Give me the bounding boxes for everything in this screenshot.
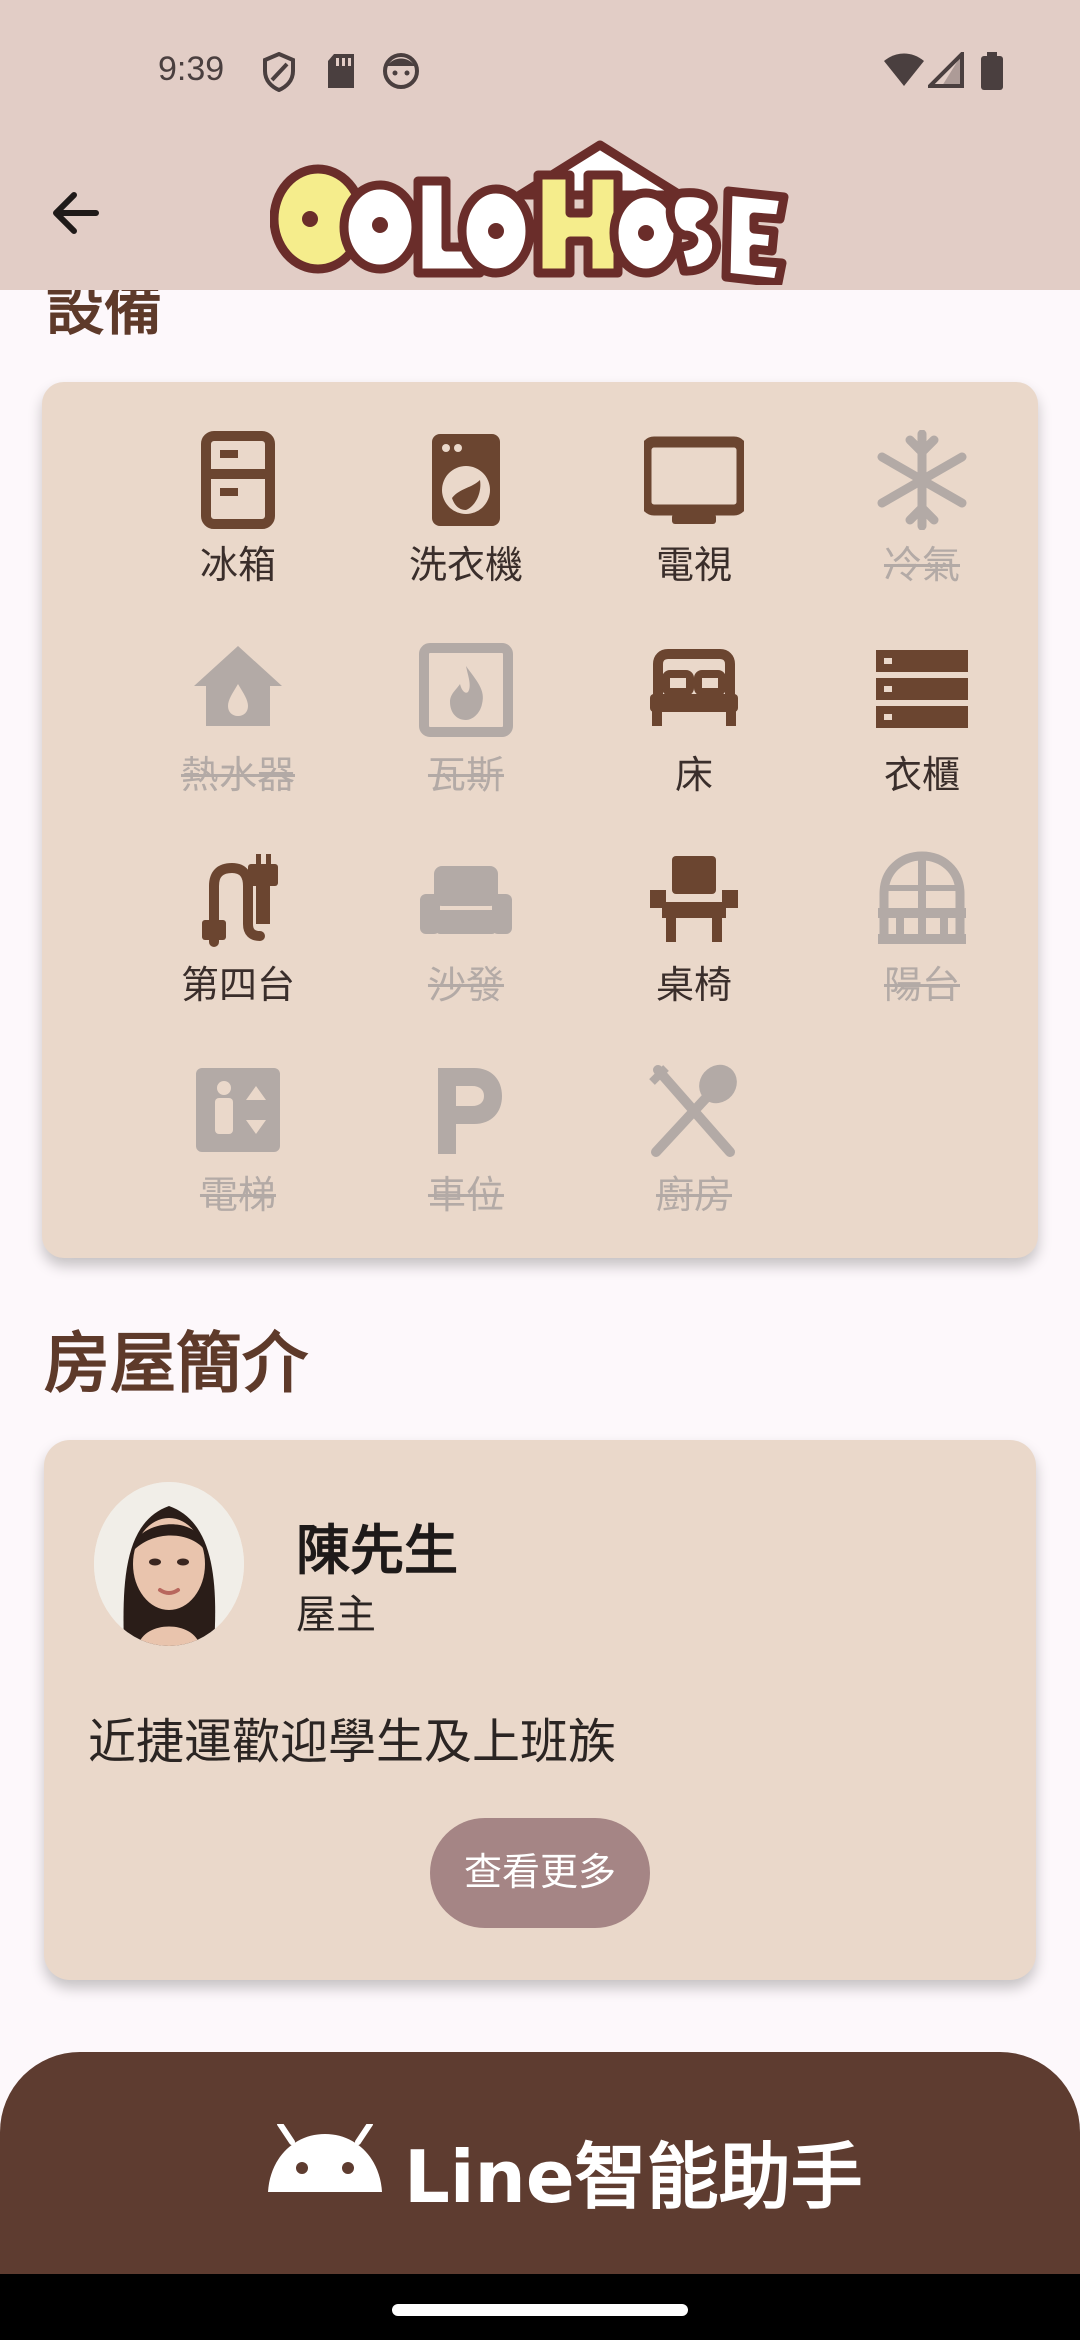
equipment-item-balcony: 陽台: [808, 802, 1036, 1007]
equipment-item-gas: 瓦斯: [352, 592, 580, 797]
equipment-label: 衣櫃: [883, 753, 960, 797]
equipment-label: 沙發: [427, 963, 504, 1007]
balcony-icon: [878, 851, 966, 944]
status-bar: 9:39: [0, 0, 1080, 130]
equipment-label: 桌椅: [655, 963, 732, 1007]
equipment-item-wardrobe: 衣櫃: [808, 592, 1036, 797]
face-icon: [383, 53, 419, 89]
water-heater-icon: [194, 646, 282, 726]
equipment-label: 第四台: [180, 963, 295, 1007]
equipment-item-tv: 電視: [580, 382, 808, 587]
kitchen-utensils-icon: [649, 1064, 737, 1157]
profile-heading: 房屋簡介: [44, 1325, 308, 1402]
sofa-icon: [420, 866, 512, 934]
equipment-label: 冰箱: [199, 543, 276, 587]
equipment-label: 洗衣機: [408, 543, 523, 587]
owner-name: 陳先生: [296, 1519, 458, 1582]
equipment-item-aircon: 冷氣: [808, 382, 1036, 587]
equipment-label: 廚房: [655, 1173, 732, 1217]
signal-icon: [928, 52, 964, 88]
equipment-label: 床: [674, 753, 713, 797]
equipment-card: 冰箱 洗衣機 電視 冷氣 熱水器 瓦斯 床 衣櫃 第四台 沙發 桌椅 陽台 電梯…: [42, 382, 1038, 1258]
equipment-label: 冷氣: [883, 543, 960, 587]
equipment-item-bed: 床: [580, 592, 808, 797]
gold-house-logo: [270, 140, 789, 285]
view-more-button[interactable]: 查看更多: [430, 1818, 650, 1928]
battery-icon: [981, 52, 1003, 90]
elevator-icon: [196, 1068, 280, 1152]
equipment-label: 瓦斯: [427, 753, 504, 797]
owner-role: 屋主: [296, 1592, 376, 1638]
owner-photo: [94, 1482, 244, 1646]
status-time: 9:39: [158, 50, 225, 88]
gas-fire-icon: [419, 643, 513, 737]
house-intro-text: 近捷運歡迎學生及上班族: [88, 1714, 617, 1770]
equipment-item-sofa: 沙發: [352, 802, 580, 1007]
bed-icon: [650, 649, 738, 726]
equipment-label: 電視: [655, 543, 732, 587]
washer-icon: [432, 434, 500, 526]
parking-icon: [438, 1068, 502, 1154]
owner-card: 陳先生 屋主 近捷運歡迎學生及上班族 查看更多: [44, 1440, 1036, 1980]
system-nav-bar: [0, 2274, 1080, 2340]
android-icon: [268, 2124, 382, 2192]
wardrobe-icon: [876, 650, 968, 728]
equipment-item-desk-chair: 桌椅: [580, 802, 808, 1007]
equipment-label: 熱水器: [180, 753, 295, 797]
tv-icon: [644, 436, 744, 524]
equipment-item-parking: 車位: [352, 1012, 580, 1217]
cable-plug-icon: [202, 854, 278, 947]
equipment-item-washer: 洗衣機: [352, 382, 580, 587]
line-assistant-button[interactable]: Line智能助手: [0, 2052, 1080, 2282]
equipment-item-water-heater: 熱水器: [124, 592, 352, 797]
snowflake-icon: [877, 430, 967, 530]
line-assistant-label: Line智能助手: [404, 2135, 863, 2219]
equipment-label: 陽台: [883, 963, 960, 1007]
equipment-item-kitchen: 廚房: [580, 1012, 808, 1217]
wifi-icon: [884, 53, 924, 86]
equipment-item-fridge: 冰箱: [124, 382, 352, 587]
equipment-label: 電梯: [199, 1173, 276, 1217]
shield-icon: [263, 52, 295, 92]
app-bar: 9:39: [0, 0, 1080, 290]
fridge-icon: [201, 431, 275, 529]
avatar: [94, 1482, 244, 1646]
home-gesture-handle[interactable]: [392, 2304, 688, 2316]
sd-card-icon: [328, 54, 354, 88]
equipment-item-cable: 第四台: [124, 802, 352, 1007]
back-arrow-icon[interactable]: [40, 178, 120, 248]
equipment-label: 車位: [427, 1173, 504, 1217]
chair-icon: [650, 856, 738, 942]
equipment-item-elevator: 電梯: [124, 1012, 352, 1217]
